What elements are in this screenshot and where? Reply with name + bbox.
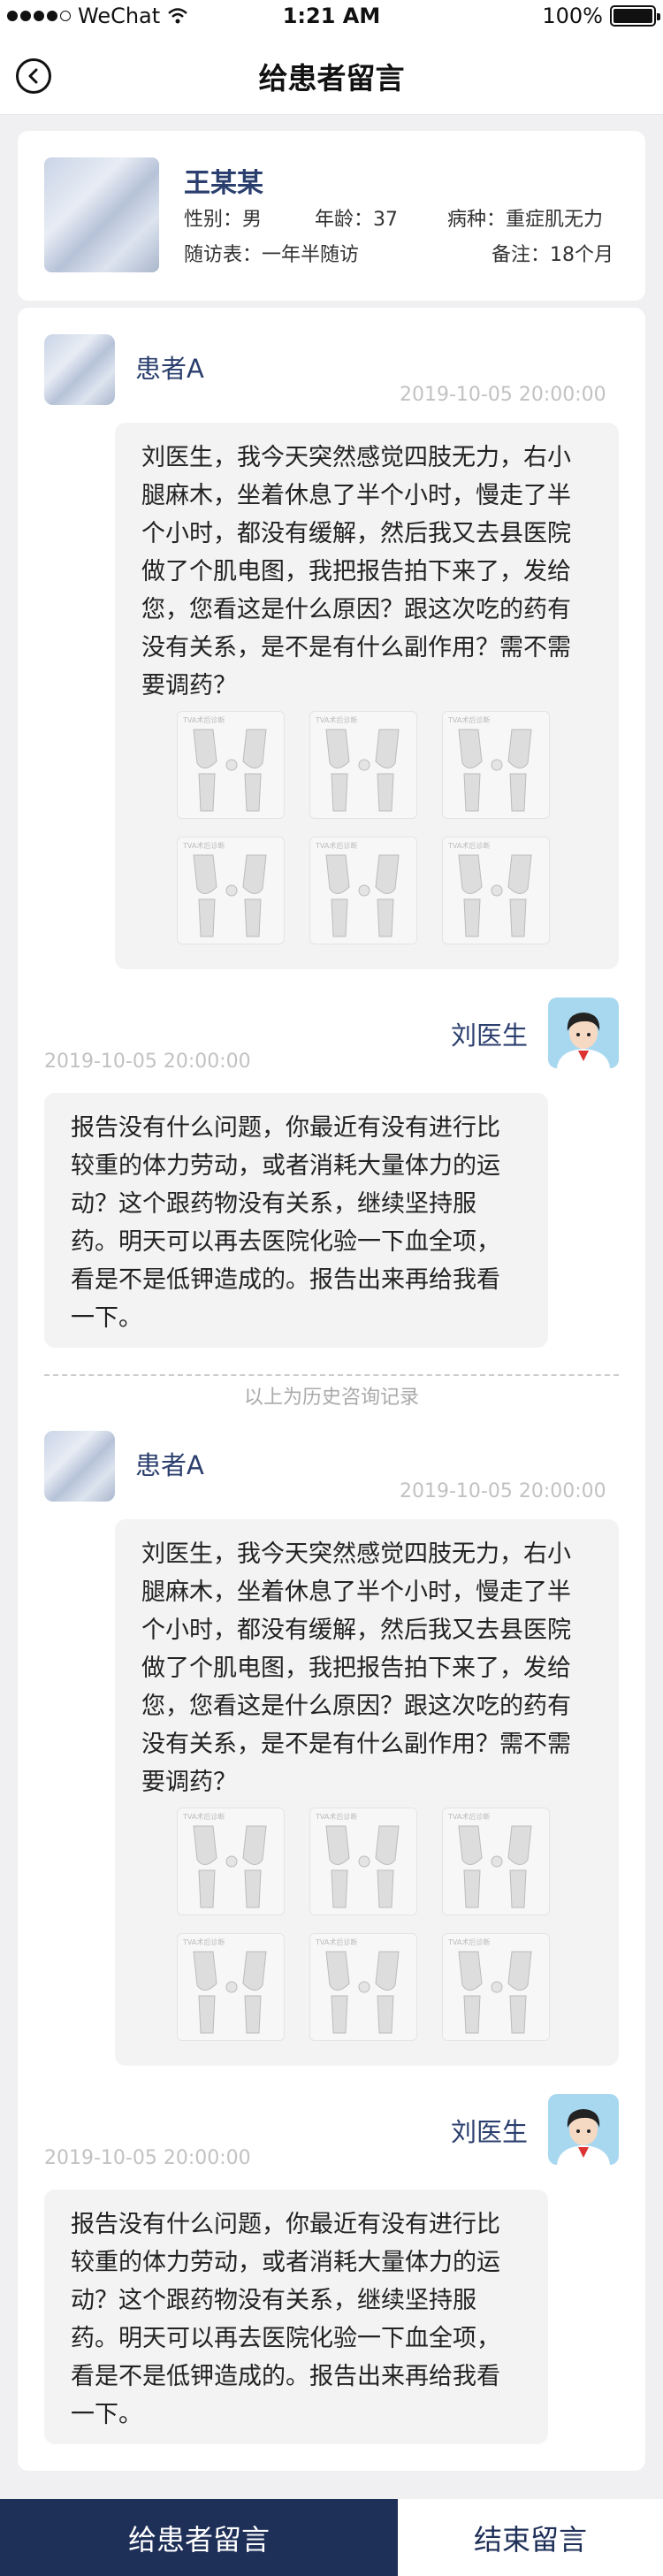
battery-group: 100% bbox=[542, 4, 660, 28]
patient-gender: 性别：男 bbox=[184, 209, 263, 231]
report-image[interactable]: TVA术后诊断 bbox=[442, 1933, 550, 2041]
doctor-message-text: 报告没有什么问题，你最近有没有进行比较重的体力劳动，或者消耗大量体力的运动？这个… bbox=[71, 1114, 500, 1332]
nav-bar: 给患者留言 bbox=[0, 35, 663, 115]
report-image[interactable]: TVA术后诊断 bbox=[309, 711, 417, 819]
report-image[interactable]: TVA术后诊断 bbox=[177, 711, 285, 819]
doctor-avatar bbox=[548, 2094, 619, 2165]
report-image[interactable]: TVA术后诊断 bbox=[177, 1933, 285, 2041]
doctor-sender-name: 刘医生 bbox=[451, 2117, 529, 2147]
report-image[interactable]: TVA术后诊断 bbox=[309, 1808, 417, 1915]
status-bar: WeChat 1:21 AM 100% bbox=[0, 0, 663, 35]
patient-followup: 随访表：一年半随访 bbox=[184, 244, 360, 266]
patient-sender-name: 患者A bbox=[135, 1450, 204, 1480]
doctor-avatar bbox=[548, 998, 619, 1068]
doctor-message-bubble: 报告没有什么问题，你最近有没有进行比较重的体力劳动，或者消耗大量体力的运动？这个… bbox=[44, 1093, 548, 1348]
patient-info-card: 王某某 性别：男 年龄：37 病种：重症肌无力 随访表：一年半随访 备注：18个… bbox=[18, 131, 645, 301]
doctor-message-time: 2019-10-05 20:00:00 bbox=[44, 1051, 251, 1073]
history-divider-line bbox=[44, 1374, 619, 1376]
report-image[interactable]: TVA术后诊断 bbox=[442, 711, 550, 819]
doctor-message-bubble: 报告没有什么问题，你最近有没有进行比较重的体力劳动，或者消耗大量体力的运动？这个… bbox=[44, 2190, 548, 2444]
battery-label: 100% bbox=[542, 4, 603, 28]
doctor-message-text: 报告没有什么问题，你最近有没有进行比较重的体力劳动，或者消耗大量体力的运动？这个… bbox=[71, 2211, 500, 2428]
doctor-message-time: 2019-10-05 20:00:00 bbox=[44, 2147, 251, 2169]
patient-sender-name: 患者A bbox=[135, 354, 204, 384]
doctor-sender-name: 刘医生 bbox=[451, 1020, 529, 1051]
report-image[interactable]: TVA术后诊断 bbox=[177, 837, 285, 944]
patient-age: 年龄：37 bbox=[315, 209, 398, 231]
bottom-action-bar: 给患者留言 结束留言 bbox=[0, 2499, 663, 2576]
patient-remark: 备注：18个月 bbox=[492, 244, 613, 266]
patient-message-time: 2019-10-05 20:00:00 bbox=[400, 1480, 606, 1502]
patient-message-text: 刘医生，我今天突然感觉四肢无力，右小腿麻木，坐着休息了半个小时，慢走了半个小时，… bbox=[141, 1540, 571, 1796]
page-title: 给患者留言 bbox=[258, 61, 405, 96]
battery-icon bbox=[610, 5, 660, 27]
conversation-panel: 患者A 2019-10-05 20:00:00 刘医生，我今天突然感觉四肢无力，… bbox=[18, 308, 645, 2471]
report-image-grid: TVA术后诊断 TVA术后诊断 TVA术后诊断 TVA术后诊断 TVA术后诊断 … bbox=[177, 711, 550, 944]
report-image[interactable]: TVA术后诊断 bbox=[309, 837, 417, 944]
patient-photo bbox=[44, 157, 159, 272]
patient-message-text: 刘医生，我今天突然感觉四肢无力，右小腿麻木，坐着休息了半个小时，慢走了半个小时，… bbox=[141, 444, 571, 699]
patient-name: 王某某 bbox=[184, 168, 263, 199]
end-message-button[interactable]: 结束留言 bbox=[398, 2499, 663, 2576]
report-image-grid: TVA术后诊断 TVA术后诊断 TVA术后诊断 TVA术后诊断 TVA术后诊断 … bbox=[177, 1808, 550, 2041]
report-image[interactable]: TVA术后诊断 bbox=[442, 1808, 550, 1915]
history-divider-label: 以上为历史咨询记录 bbox=[243, 1387, 419, 1409]
report-image[interactable]: TVA术后诊断 bbox=[177, 1808, 285, 1915]
message-patient-button[interactable]: 给患者留言 bbox=[0, 2499, 398, 2576]
patient-disease: 病种：重症肌无力 bbox=[447, 209, 604, 231]
report-image[interactable]: TVA术后诊断 bbox=[442, 837, 550, 944]
patient-avatar bbox=[44, 334, 115, 405]
patient-avatar bbox=[44, 1431, 115, 1502]
patient-message-time: 2019-10-05 20:00:00 bbox=[400, 384, 606, 406]
report-image[interactable]: TVA术后诊断 bbox=[309, 1933, 417, 2041]
